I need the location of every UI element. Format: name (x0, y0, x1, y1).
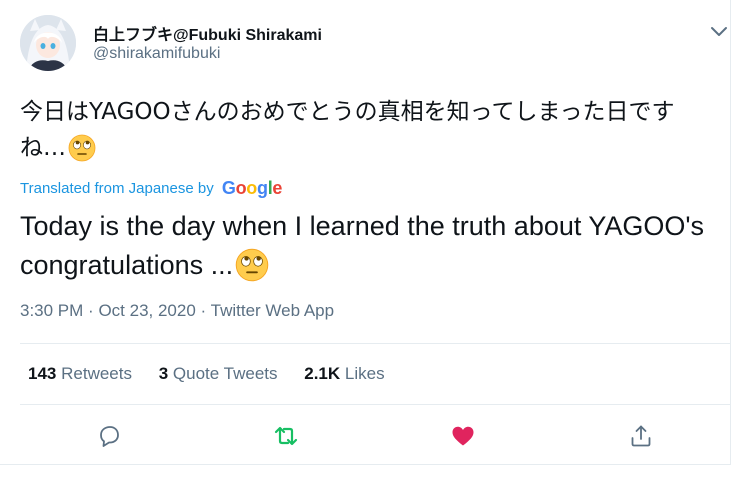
translation-attribution: Translated from Japanese by Google (20, 178, 282, 199)
translated-from-label[interactable]: Translated from Japanese (20, 180, 194, 197)
tweet-text-content: 今日はYAGOOさんのおめでとうの真相を知ってしまった日ですね… (20, 99, 675, 161)
author-display-name[interactable]: 白上フブキ@Fubuki Shirakami (93, 21, 322, 45)
tweet-text: 今日はYAGOOさんのおめでとうの真相を知ってしまった日ですね… (20, 94, 720, 173)
quote-tweets-stat[interactable]: 3 Quote Tweets (159, 364, 278, 383)
retweets-count: 143 (28, 364, 57, 383)
author-handle[interactable]: @shirakamifubuki (93, 45, 220, 63)
metadata-separator: · (88, 301, 94, 320)
face-with-rolling-eyes-icon (68, 134, 96, 173)
retweet-button[interactable] (273, 423, 299, 449)
chevron-down-icon (711, 27, 727, 36)
divider (20, 404, 730, 405)
avatar-image (20, 15, 76, 71)
retweets-label: Retweets (61, 364, 132, 383)
tweet-source-app[interactable]: Twitter Web App (211, 301, 334, 320)
tweet-metadata: 3:30 PM · Oct 23, 2020 · Twitter Web App (20, 301, 334, 321)
likes-count: 2.1K (304, 364, 341, 383)
likes-label: Likes (344, 364, 385, 383)
more-options-caret[interactable] (708, 20, 730, 42)
likes-stat[interactable]: 2.1K Likes (304, 364, 384, 383)
metadata-separator: · (200, 301, 207, 320)
share-icon (631, 425, 651, 447)
panel-right-border (730, 0, 731, 465)
tweet-date[interactable]: Oct 23, 2020 (98, 301, 195, 320)
avatar[interactable] (20, 15, 76, 71)
retweet-icon (274, 426, 298, 446)
like-button[interactable] (450, 423, 476, 449)
face-with-rolling-eyes-icon (235, 248, 269, 293)
divider (20, 343, 730, 344)
like-icon (452, 426, 474, 446)
tweet-card: 白上フブキ@Fubuki Shirakami @shirakamifubuki … (0, 0, 730, 465)
quote-tweets-count: 3 (158, 364, 169, 383)
translated-text-content: Today is the day when I learned the trut… (20, 211, 705, 280)
engagement-stats: 143 Retweets 3 Quote Tweets 2.1K Likes (28, 364, 407, 384)
translated-tweet-text: Today is the day when I learned the trut… (20, 207, 720, 293)
retweets-stat[interactable]: 143 Retweets (28, 364, 132, 383)
quote-tweets-label: Quote Tweets (172, 364, 278, 383)
reply-button[interactable] (96, 423, 122, 449)
panel-bottom-border (0, 464, 731, 465)
tweet-time[interactable]: 3:30 PM (20, 301, 83, 320)
translated-by-label: by (197, 180, 214, 197)
google-logo: Google (221, 178, 283, 198)
reply-icon (100, 426, 119, 447)
share-button[interactable] (628, 423, 654, 449)
